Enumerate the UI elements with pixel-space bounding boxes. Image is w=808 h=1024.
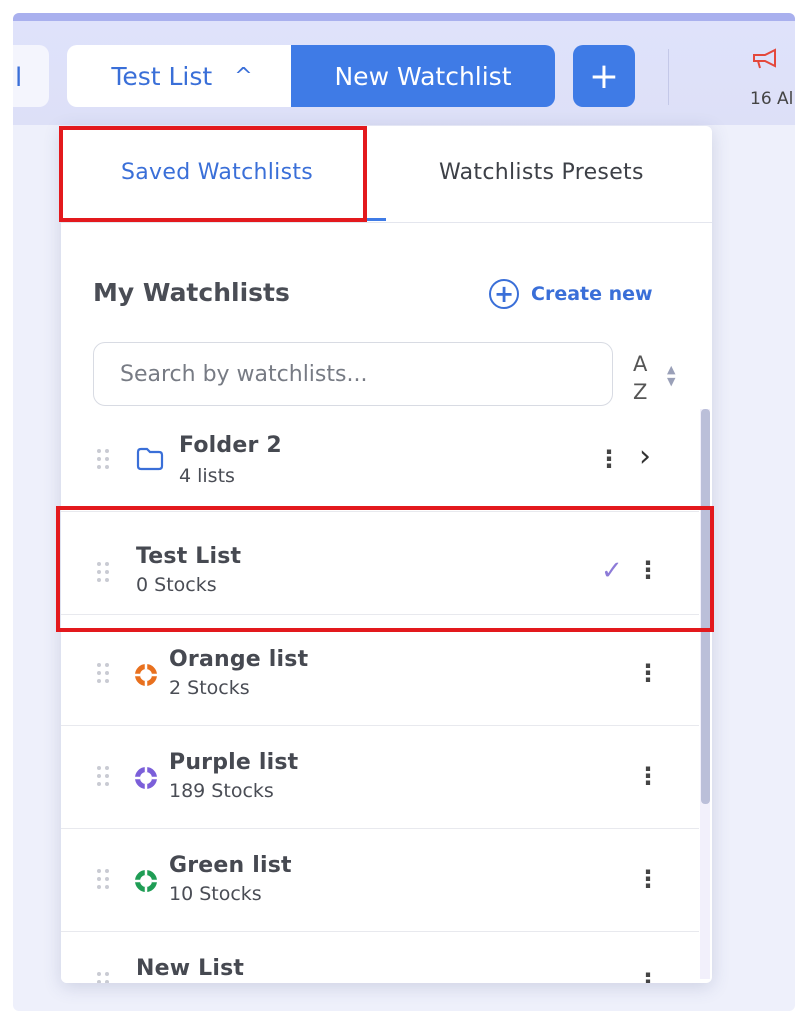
search-input[interactable] [93,342,613,406]
life-ring-icon [135,767,157,789]
megaphone-icon[interactable] [751,47,779,71]
watchlist-selector[interactable]: Test List ^ [67,45,297,107]
life-ring-icon [135,870,157,892]
folder-name: Folder 2 [179,433,282,458]
more-options-icon[interactable]: ⋮ [630,851,666,907]
section-title: My Watchlists [93,278,290,307]
watchlist-selector-label: Test List [111,61,213,91]
list-count: 2 Stocks [169,677,250,699]
more-options-icon[interactable]: ⋮ [630,645,666,701]
chevron-right-icon[interactable]: › [639,439,651,474]
more-options-icon[interactable]: ⋮ [630,954,666,983]
folder-row[interactable]: Folder 2 4 lists ⋮ › [61,409,699,512]
previous-tab-label: l [15,63,23,93]
list-name: Purple list [169,750,299,775]
list-name: New List [136,956,245,981]
create-new-button[interactable]: + Create new [489,266,689,322]
alerts-count: 16 Al [750,89,794,109]
highlight-box-test-list [56,506,714,632]
highlight-box-saved-tab [59,126,367,222]
folder-icon [136,447,164,471]
list-row[interactable]: Green list 10 Stocks ⋮ [61,829,699,932]
list-name: Green list [169,853,292,878]
more-options-icon[interactable]: ⋮ [630,748,666,804]
list-row[interactable]: New List ⋮ [61,932,699,983]
list-row[interactable]: Purple list 189 Stocks ⋮ [61,726,699,829]
new-watchlist-button[interactable]: New Watchlist [291,45,555,107]
toolbar-divider [668,49,669,105]
add-button[interactable]: + [573,45,635,107]
sort-arrows-icon[interactable]: ▲ ▼ [667,364,675,388]
plus-circle-icon: + [489,279,519,309]
create-new-label: Create new [531,283,653,305]
tab-watchlists-presets[interactable]: Watchlists Presets [439,160,644,185]
top-toolbar: l Test List ^ New Watchlist + 16 Al [13,13,795,125]
life-ring-icon [135,664,157,686]
list-name: Orange list [169,647,309,672]
list-count: 189 Stocks [169,780,274,802]
more-options-icon[interactable]: ⋮ [591,431,627,487]
folder-count: 4 lists [179,465,235,487]
previous-tab[interactable]: l [13,45,49,107]
list-row[interactable]: Orange list 2 Stocks ⋮ [61,623,699,726]
list-count: 10 Stocks [169,883,262,905]
chevron-up-icon: ^ [234,63,253,89]
